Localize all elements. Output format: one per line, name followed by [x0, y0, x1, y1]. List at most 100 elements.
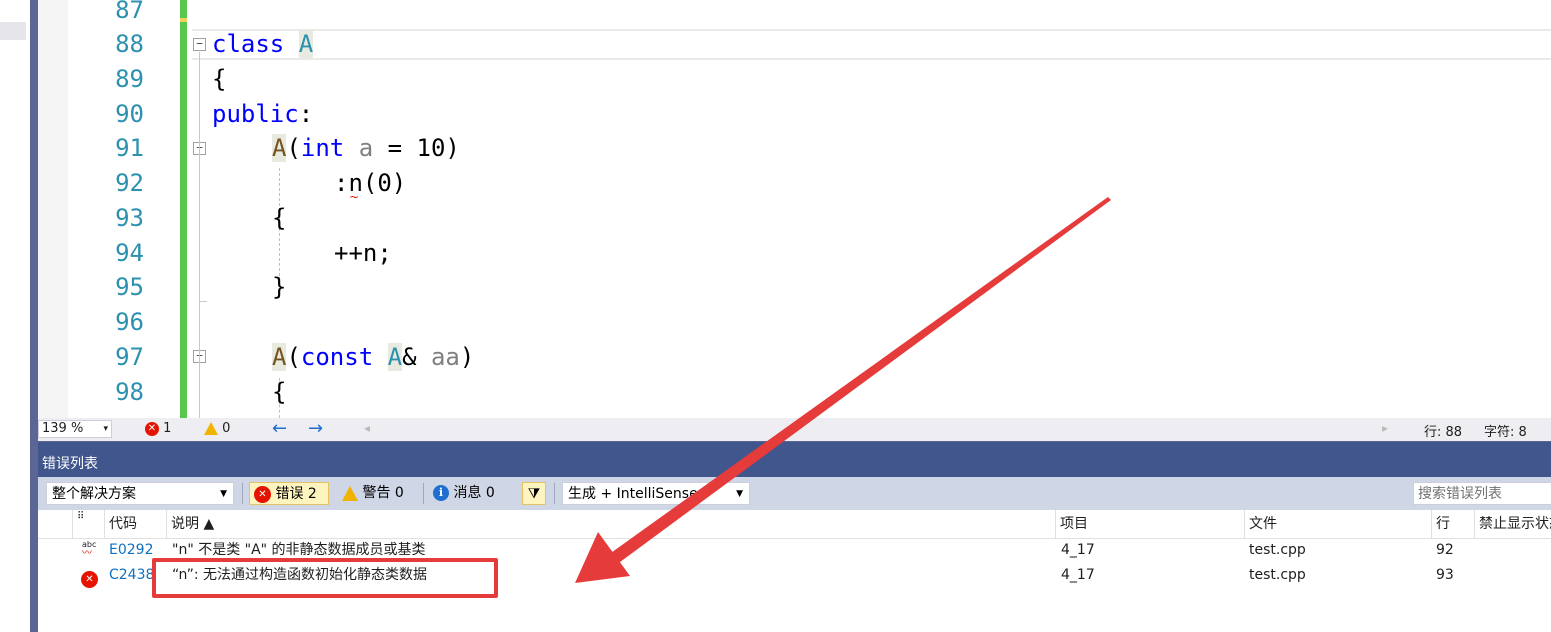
line-number: 95 — [115, 273, 144, 301]
punctuation: : — [298, 100, 314, 128]
left-strip — [0, 0, 30, 632]
error-icon: ✕ — [145, 421, 159, 436]
filter-toggle-button[interactable]: ⧩ — [522, 482, 546, 505]
error-code-link[interactable]: C2438 — [109, 563, 154, 588]
keyword: class — [212, 30, 285, 58]
window-left-border — [30, 0, 38, 632]
column-header-code[interactable]: 代码 — [104, 510, 166, 538]
errors-filter-label: 错误 2 — [275, 486, 317, 502]
column-header-suppression[interactable]: 禁止显示状态 — [1474, 510, 1551, 538]
fold-end-marker — [199, 301, 207, 302]
line-number: 94 — [115, 239, 144, 267]
parameter: a — [358, 134, 374, 162]
column-header-description[interactable]: 说明 ▲ — [166, 510, 1055, 538]
search-error-list-input[interactable]: 搜索错误列表 — [1413, 482, 1551, 505]
line-number: 92 — [115, 169, 144, 197]
error-project: 4_17 — [1061, 567, 1095, 583]
navigate-forward-arrow-icon[interactable]: → — [308, 418, 323, 439]
chevron-down-icon: ▼ — [220, 489, 227, 499]
code-line-88: class A — [212, 27, 314, 61]
fold-guide-line — [199, 52, 200, 418]
punctuation: ( — [286, 343, 301, 371]
punctuation: : — [334, 169, 349, 197]
left-strip-marker — [0, 22, 26, 40]
line-number: 89 — [115, 65, 144, 93]
error-project: 4_17 — [1061, 542, 1095, 558]
error-file: test.cpp — [1249, 542, 1306, 558]
error-code-link[interactable]: E0292 — [109, 538, 153, 563]
toolbar-separator — [423, 483, 424, 504]
column-options-icon[interactable]: ⠿ — [72, 510, 104, 538]
code-line-89: { — [212, 65, 227, 93]
editor-gutter — [38, 0, 68, 418]
code-text: = 10) — [373, 134, 460, 162]
keyword: public — [212, 100, 299, 128]
error-line: 93 — [1436, 567, 1454, 583]
column-header-project[interactable]: 项目 — [1055, 510, 1244, 538]
warnings-filter-label: 警告 0 — [362, 485, 404, 501]
toolbar-separator — [554, 483, 555, 504]
code-line-97: A(const A& aa) — [272, 340, 474, 374]
line-number: 88 — [115, 30, 144, 58]
table-header: ⠿ 代码 说明 ▲ 项目 文件 行 禁止显示状态 — [38, 510, 1551, 539]
info-icon: i — [433, 485, 449, 501]
error-line: 92 — [1436, 542, 1454, 558]
line-number: 98 — [115, 378, 144, 406]
annotation-highlight-box — [152, 558, 498, 598]
warning-count-indicator[interactable]: 0 — [204, 421, 230, 436]
scope-value: 整个解决方案 — [52, 486, 136, 502]
line-number: 97 — [115, 343, 144, 371]
punctuation: ( — [286, 134, 301, 162]
toolbar-separator — [242, 483, 243, 504]
line-number: 96 — [115, 308, 144, 336]
cursor-line-indicator: 行: 88 — [1424, 425, 1463, 440]
line-number: 87 — [115, 0, 144, 24]
error-count: 1 — [163, 421, 172, 436]
function-name: A — [272, 343, 287, 371]
code-line-95: } — [272, 273, 287, 301]
type-name: A — [298, 30, 314, 58]
code-line-92: :n(0) — [334, 166, 406, 200]
scroll-left-icon[interactable]: ◂ — [364, 421, 370, 435]
chevron-down-icon: ▾ — [103, 424, 108, 434]
zoom-select[interactable]: 139 % ▾ — [38, 420, 112, 438]
code-line-91: A(int a = 10) — [272, 131, 460, 165]
change-tracking-bar — [180, 0, 187, 418]
build-source-dropdown[interactable]: 生成 + IntelliSense ▼ — [562, 482, 750, 505]
errors-filter-button[interactable]: ✕ 错误 2 — [249, 482, 329, 505]
error-count-indicator[interactable]: ✕ 1 — [145, 421, 171, 436]
error-icon: ✕ — [254, 485, 271, 503]
scope-dropdown[interactable]: 整个解决方案 ▼ — [46, 482, 234, 505]
code-line-94: ++n; — [334, 239, 392, 267]
funnel-filter-icon: ⧩ — [527, 486, 541, 502]
column-header-file[interactable]: 文件 — [1244, 510, 1431, 538]
unsaved-change-marker — [180, 18, 187, 22]
fold-toggle-icon[interactable]: − — [193, 38, 206, 51]
scroll-right-icon[interactable]: ▸ — [1382, 421, 1388, 435]
editor-status-bar: 139 % ▾ ✕ 1 0 ← → ◂ ▸ 行: 88 字符: 8 — [38, 418, 1551, 441]
error-icon: ✕ — [81, 567, 98, 592]
keyword: const — [300, 343, 374, 371]
panel-title: 错误列表 — [42, 456, 98, 472]
chevron-down-icon: ▼ — [736, 489, 743, 499]
navigate-back-arrow-icon[interactable]: ← — [272, 418, 287, 439]
punctuation: ) — [459, 343, 475, 371]
parameter: aa — [430, 343, 460, 371]
error-list-toolbar: 整个解决方案 ▼ ✕ 错误 2 警告 0 i 消息 0 ⧩ 生成 + Intell… — [38, 477, 1551, 510]
messages-filter-button[interactable]: i 消息 0 — [429, 482, 517, 505]
keyword: int — [300, 134, 345, 162]
cursor-char-indicator: 字符: 8 — [1484, 425, 1527, 440]
column-header-line[interactable]: 行 — [1431, 510, 1474, 538]
zoom-value: 139 % — [42, 421, 84, 436]
error-squiggle: ~ — [349, 190, 360, 204]
line-number: 91 — [115, 134, 144, 162]
error-file: test.cpp — [1249, 567, 1306, 583]
warning-icon — [342, 485, 358, 501]
current-line-highlight — [192, 29, 1551, 60]
code-text: (0) — [362, 169, 407, 197]
warnings-filter-button[interactable]: 警告 0 — [338, 482, 422, 505]
code-line-90: public: — [212, 97, 313, 131]
build-source-value: 生成 + IntelliSense — [568, 486, 698, 502]
warning-icon — [204, 422, 218, 435]
type-name: A — [387, 343, 403, 371]
